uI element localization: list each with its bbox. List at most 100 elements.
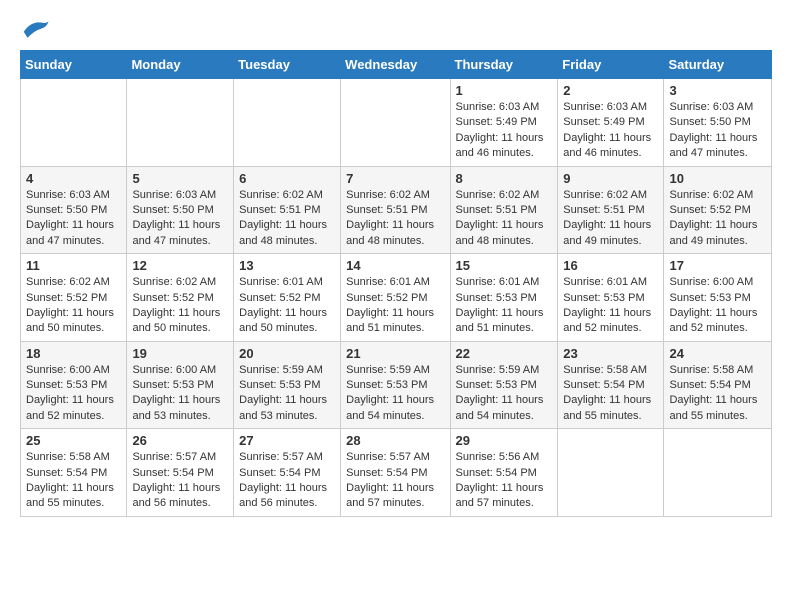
day-info: Sunrise: 5:58 AM Sunset: 5:54 PM Dayligh… — [26, 450, 121, 512]
logo — [20, 16, 54, 40]
day-info: Sunrise: 6:01 AM Sunset: 5:52 PM Dayligh… — [239, 275, 335, 337]
calendar-cell: 23 Sunrise: 5:58 AM Sunset: 5:54 PM Dayli… — [558, 341, 664, 429]
day-number: 9 — [563, 171, 658, 186]
day-number: 26 — [132, 433, 228, 448]
day-number: 10 — [669, 171, 766, 186]
calendar-header-row: SundayMondayTuesdayWednesdayThursdayFrid… — [21, 51, 772, 79]
weekday-header-sunday: Sunday — [21, 51, 127, 79]
day-number: 2 — [563, 83, 658, 98]
day-number: 17 — [669, 258, 766, 273]
day-info: Sunrise: 5:57 AM Sunset: 5:54 PM Dayligh… — [132, 450, 228, 512]
day-number: 21 — [346, 346, 444, 361]
weekday-header-friday: Friday — [558, 51, 664, 79]
calendar-cell: 27 Sunrise: 5:57 AM Sunset: 5:54 PM Dayli… — [234, 429, 341, 517]
day-info: Sunrise: 6:01 AM Sunset: 5:53 PM Dayligh… — [456, 275, 553, 337]
calendar-cell: 2Sunrise: 6:03 AM Sunset: 5:49 PM Daylig… — [558, 79, 664, 167]
calendar-cell: 12Sunrise: 6:02 AM Sunset: 5:52 PM Dayli… — [127, 254, 234, 342]
day-info: Sunrise: 6:00 AM Sunset: 5:53 PM Dayligh… — [26, 363, 121, 425]
calendar-cell: 6 Sunrise: 6:02 AM Sunset: 5:51 PM Daylig… — [234, 166, 341, 254]
calendar-cell: 7Sunrise: 6:02 AM Sunset: 5:51 PM Daylig… — [341, 166, 450, 254]
day-info: Sunrise: 6:01 AM Sunset: 5:52 PM Dayligh… — [346, 275, 444, 337]
calendar-cell: 26 Sunrise: 5:57 AM Sunset: 5:54 PM Dayli… — [127, 429, 234, 517]
calendar-cell: 17 Sunrise: 6:00 AM Sunset: 5:53 PM Dayli… — [664, 254, 772, 342]
day-info: Sunrise: 6:01 AM Sunset: 5:53 PM Dayligh… — [563, 275, 658, 337]
calendar-cell: 21 Sunrise: 5:59 AM Sunset: 5:53 PM Dayli… — [341, 341, 450, 429]
calendar-cell: 18 Sunrise: 6:00 AM Sunset: 5:53 PM Dayli… — [21, 341, 127, 429]
day-info: Sunrise: 6:02 AM Sunset: 5:52 PM Dayligh… — [26, 275, 121, 337]
day-info: Sunrise: 6:02 AM Sunset: 5:52 PM Dayligh… — [132, 275, 228, 337]
day-info: Sunrise: 6:02 AM Sunset: 5:51 PM Dayligh… — [563, 188, 658, 250]
day-number: 13 — [239, 258, 335, 273]
weekday-header-wednesday: Wednesday — [341, 51, 450, 79]
calendar-cell — [558, 429, 664, 517]
day-number: 8 — [456, 171, 553, 186]
day-number: 3 — [669, 83, 766, 98]
calendar-cell: 24Sunrise: 5:58 AM Sunset: 5:54 PM Dayli… — [664, 341, 772, 429]
calendar-cell — [341, 79, 450, 167]
calendar-week-row: 25 Sunrise: 5:58 AM Sunset: 5:54 PM Dayli… — [21, 429, 772, 517]
calendar-cell — [21, 79, 127, 167]
calendar-cell — [664, 429, 772, 517]
day-info: Sunrise: 6:03 AM Sunset: 5:49 PM Dayligh… — [456, 100, 553, 162]
day-info: Sunrise: 6:02 AM Sunset: 5:51 PM Dayligh… — [346, 188, 444, 250]
calendar-cell: 10 Sunrise: 6:02 AM Sunset: 5:52 PM Dayli… — [664, 166, 772, 254]
day-number: 22 — [456, 346, 553, 361]
day-info: Sunrise: 5:59 AM Sunset: 5:53 PM Dayligh… — [456, 363, 553, 425]
day-number: 27 — [239, 433, 335, 448]
calendar-week-row: 18 Sunrise: 6:00 AM Sunset: 5:53 PM Dayli… — [21, 341, 772, 429]
day-number: 16 — [563, 258, 658, 273]
calendar-cell: 19 Sunrise: 6:00 AM Sunset: 5:53 PM Dayli… — [127, 341, 234, 429]
day-number: 5 — [132, 171, 228, 186]
day-number: 4 — [26, 171, 121, 186]
day-number: 20 — [239, 346, 335, 361]
calendar-table: SundayMondayTuesdayWednesdayThursdayFrid… — [20, 50, 772, 517]
calendar-week-row: 11 Sunrise: 6:02 AM Sunset: 5:52 PM Dayli… — [21, 254, 772, 342]
day-info: Sunrise: 6:00 AM Sunset: 5:53 PM Dayligh… — [669, 275, 766, 337]
weekday-header-saturday: Saturday — [664, 51, 772, 79]
calendar-cell: 22 Sunrise: 5:59 AM Sunset: 5:53 PM Dayli… — [450, 341, 558, 429]
day-info: Sunrise: 5:56 AM Sunset: 5:54 PM Dayligh… — [456, 450, 553, 512]
calendar-cell: 9 Sunrise: 6:02 AM Sunset: 5:51 PM Daylig… — [558, 166, 664, 254]
day-number: 6 — [239, 171, 335, 186]
day-number: 1 — [456, 83, 553, 98]
calendar-cell: 8 Sunrise: 6:02 AM Sunset: 5:51 PM Daylig… — [450, 166, 558, 254]
day-info: Sunrise: 6:00 AM Sunset: 5:53 PM Dayligh… — [132, 363, 228, 425]
calendar-week-row: 4 Sunrise: 6:03 AM Sunset: 5:50 PM Daylig… — [21, 166, 772, 254]
calendar-cell: 4 Sunrise: 6:03 AM Sunset: 5:50 PM Daylig… — [21, 166, 127, 254]
calendar-body: 1 Sunrise: 6:03 AM Sunset: 5:49 PM Daylig… — [21, 79, 772, 517]
day-info: Sunrise: 5:57 AM Sunset: 5:54 PM Dayligh… — [239, 450, 335, 512]
calendar-cell: 13 Sunrise: 6:01 AM Sunset: 5:52 PM Dayli… — [234, 254, 341, 342]
day-number: 29 — [456, 433, 553, 448]
day-info: Sunrise: 6:03 AM Sunset: 5:50 PM Dayligh… — [26, 188, 121, 250]
day-info: Sunrise: 6:03 AM Sunset: 5:50 PM Dayligh… — [669, 100, 766, 162]
day-info: Sunrise: 6:02 AM Sunset: 5:52 PM Dayligh… — [669, 188, 766, 250]
calendar-cell: 20Sunrise: 5:59 AM Sunset: 5:53 PM Dayli… — [234, 341, 341, 429]
day-number: 11 — [26, 258, 121, 273]
calendar-cell: 3 Sunrise: 6:03 AM Sunset: 5:50 PM Daylig… — [664, 79, 772, 167]
calendar-cell: 5 Sunrise: 6:03 AM Sunset: 5:50 PM Daylig… — [127, 166, 234, 254]
calendar-cell: 28 Sunrise: 5:57 AM Sunset: 5:54 PM Dayli… — [341, 429, 450, 517]
day-number: 25 — [26, 433, 121, 448]
day-info: Sunrise: 6:02 AM Sunset: 5:51 PM Dayligh… — [456, 188, 553, 250]
day-info: Sunrise: 5:58 AM Sunset: 5:54 PM Dayligh… — [669, 363, 766, 425]
day-number: 28 — [346, 433, 444, 448]
day-number: 14 — [346, 258, 444, 273]
calendar-cell — [127, 79, 234, 167]
weekday-header-monday: Monday — [127, 51, 234, 79]
calendar-cell: 11 Sunrise: 6:02 AM Sunset: 5:52 PM Dayli… — [21, 254, 127, 342]
day-info: Sunrise: 6:02 AM Sunset: 5:51 PM Dayligh… — [239, 188, 335, 250]
day-info: Sunrise: 5:57 AM Sunset: 5:54 PM Dayligh… — [346, 450, 444, 512]
day-info: Sunrise: 6:03 AM Sunset: 5:50 PM Dayligh… — [132, 188, 228, 250]
day-number: 18 — [26, 346, 121, 361]
calendar-cell: 1 Sunrise: 6:03 AM Sunset: 5:49 PM Daylig… — [450, 79, 558, 167]
day-number: 23 — [563, 346, 658, 361]
day-info: Sunrise: 5:59 AM Sunset: 5:53 PM Dayligh… — [346, 363, 444, 425]
page-header — [20, 16, 772, 40]
weekday-header-tuesday: Tuesday — [234, 51, 341, 79]
day-number: 19 — [132, 346, 228, 361]
day-info: Sunrise: 5:58 AM Sunset: 5:54 PM Dayligh… — [563, 363, 658, 425]
calendar-cell: 25 Sunrise: 5:58 AM Sunset: 5:54 PM Dayli… — [21, 429, 127, 517]
weekday-header-thursday: Thursday — [450, 51, 558, 79]
day-number: 15 — [456, 258, 553, 273]
calendar-cell: 29 Sunrise: 5:56 AM Sunset: 5:54 PM Dayli… — [450, 429, 558, 517]
